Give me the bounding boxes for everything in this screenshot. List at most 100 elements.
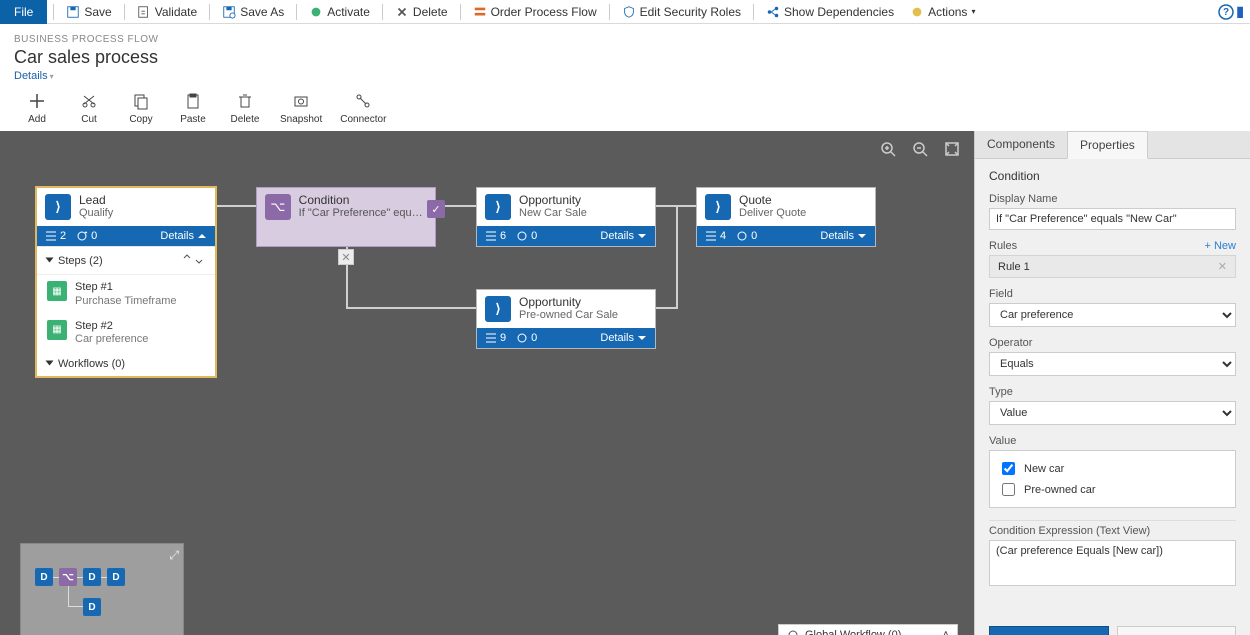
- type-label: Type: [989, 386, 1236, 398]
- reorder-buttons[interactable]: [181, 253, 205, 268]
- condition-icon: ⌥: [265, 194, 291, 220]
- svg-text:?: ?: [1223, 7, 1229, 18]
- separator: [124, 4, 125, 20]
- steps-header-row[interactable]: Steps (2): [37, 247, 215, 275]
- details-label: Details: [14, 70, 48, 82]
- fit-icon[interactable]: [944, 141, 960, 157]
- separator: [382, 4, 383, 20]
- add-button[interactable]: Add: [20, 92, 54, 125]
- steps-num: 4: [720, 230, 726, 242]
- checkbox-newcar[interactable]: [1002, 462, 1015, 475]
- delete-button[interactable]: Delete: [228, 92, 262, 125]
- apply-button[interactable]: [989, 626, 1109, 635]
- field-select[interactable]: Car preference: [989, 303, 1236, 327]
- security-label: Edit Security Roles: [640, 0, 741, 24]
- global-workflow-bar[interactable]: Global Workflow (0) ˄: [778, 624, 958, 635]
- connector-button[interactable]: Connector: [340, 92, 386, 125]
- stage-title: Lead: [79, 194, 113, 207]
- stage-icon: ⟩: [485, 296, 511, 322]
- stage-quote[interactable]: ⟩ Quote Deliver Quote 4 0 Details: [696, 187, 876, 247]
- actions-menu[interactable]: Actions ▾: [904, 0, 981, 24]
- stage-title: Opportunity: [519, 296, 618, 309]
- snapshot-label: Snapshot: [280, 114, 322, 125]
- cut-button[interactable]: Cut: [72, 92, 106, 125]
- deps-icon: [766, 5, 780, 19]
- zoom-in-icon[interactable]: [880, 141, 896, 157]
- global-workflow-label: Global Workflow (0): [805, 629, 901, 635]
- stage-footer: 6 0 Details: [477, 226, 655, 246]
- activate-button[interactable]: Activate: [303, 0, 376, 24]
- stage-opportunity-new[interactable]: ⟩ Opportunity New Car Sale 6 0 Details: [476, 187, 656, 247]
- connector-line: [216, 205, 256, 207]
- help-button[interactable]: ? ▮: [1218, 3, 1244, 20]
- details-toggle[interactable]: Details: [820, 230, 867, 242]
- tab-components[interactable]: Components: [975, 131, 1067, 158]
- step-item[interactable]: ▦ Step #2 Car preference: [37, 314, 215, 352]
- top-ribbon: File Save Validate Save As Activate Dele…: [0, 0, 1250, 24]
- details-label: Details: [600, 332, 634, 344]
- operator-select[interactable]: Equals: [989, 352, 1236, 376]
- step-icon: ▦: [47, 281, 67, 301]
- delete-button-ribbon[interactable]: Delete: [389, 0, 454, 24]
- details-link[interactable]: Details ▾: [14, 70, 54, 82]
- cut-icon: [80, 92, 98, 110]
- design-canvas[interactable]: ⟩ Lead Qualify 2 0 Details Steps (2): [0, 131, 974, 635]
- details-toggle[interactable]: Details: [160, 230, 207, 242]
- stage-icon: ⟩: [485, 194, 511, 220]
- details-toggle[interactable]: Details: [600, 230, 647, 242]
- rules-label: Rules + New: [989, 240, 1236, 252]
- step-item[interactable]: ▦ Step #1 Purchase Timeframe: [37, 275, 215, 313]
- save-as-button[interactable]: Save As: [216, 0, 290, 24]
- value-newcar-checkbox[interactable]: New car: [998, 459, 1227, 478]
- condition-false-handle[interactable]: ✕: [338, 249, 354, 265]
- checkbox-preowned[interactable]: [1002, 483, 1015, 496]
- connector-line: [656, 307, 676, 309]
- rule-name: Rule 1: [998, 261, 1030, 273]
- loops-num: 0: [531, 230, 537, 242]
- file-menu[interactable]: File: [0, 0, 47, 24]
- separator: [609, 4, 610, 20]
- stage-lead[interactable]: ⟩ Lead Qualify 2 0 Details Steps (2): [36, 187, 216, 377]
- edit-security-button[interactable]: Edit Security Roles: [616, 0, 747, 24]
- save-as-label: Save As: [240, 0, 284, 24]
- zoom-out-icon[interactable]: [912, 141, 928, 157]
- stage-subtitle: Deliver Quote: [739, 207, 806, 220]
- condition-node[interactable]: ⌥ Condition If "Car Preference" equals "…: [256, 187, 436, 247]
- loops-count: 0: [76, 230, 97, 242]
- display-name-input[interactable]: [989, 208, 1236, 230]
- steps-num: 2: [60, 230, 66, 242]
- copy-icon: [132, 92, 150, 110]
- paste-button[interactable]: Paste: [176, 92, 210, 125]
- step-field: Purchase Timeframe: [75, 295, 176, 308]
- snapshot-button[interactable]: Snapshot: [280, 92, 322, 125]
- stage-footer: 2 0 Details: [37, 226, 215, 246]
- chevron-down-icon: ▾: [50, 72, 54, 81]
- copy-button[interactable]: Copy: [124, 92, 158, 125]
- discard-button[interactable]: [1117, 626, 1237, 635]
- prop-buttons: [975, 620, 1250, 635]
- new-rule-link[interactable]: + New: [1205, 240, 1237, 252]
- workflows-header-row[interactable]: Workflows (0): [37, 352, 215, 376]
- save-button[interactable]: Save: [60, 0, 117, 24]
- minimap[interactable]: ⤢ D ⌥ D D D: [20, 543, 184, 635]
- field-label: Field: [989, 288, 1236, 300]
- separator: [460, 4, 461, 20]
- expression-textarea: (Car preference Equals [New car]): [989, 540, 1236, 586]
- connector-label: Connector: [340, 114, 386, 125]
- order-process-button[interactable]: Order Process Flow: [467, 0, 603, 24]
- remove-rule-icon[interactable]: ✕: [1218, 260, 1227, 273]
- value-preowned-checkbox[interactable]: Pre-owned car: [998, 480, 1227, 499]
- details-toggle[interactable]: Details: [600, 332, 647, 344]
- page-title: Car sales process: [14, 47, 1236, 68]
- type-select[interactable]: Value: [989, 401, 1236, 425]
- paste-label: Paste: [180, 114, 206, 125]
- stage-opportunity-preowned[interactable]: ⟩ Opportunity Pre-owned Car Sale 9 0 Det…: [476, 289, 656, 349]
- actions-icon: [910, 5, 924, 19]
- condition-true-handle[interactable]: ✓: [427, 200, 445, 218]
- validate-button[interactable]: Validate: [131, 0, 203, 24]
- tab-properties[interactable]: Properties: [1067, 131, 1148, 159]
- expand-icon[interactable]: ⤢: [169, 548, 179, 563]
- paste-icon: [184, 92, 202, 110]
- rule-row[interactable]: Rule 1 ✕: [989, 255, 1236, 278]
- show-deps-button[interactable]: Show Dependencies: [760, 0, 900, 24]
